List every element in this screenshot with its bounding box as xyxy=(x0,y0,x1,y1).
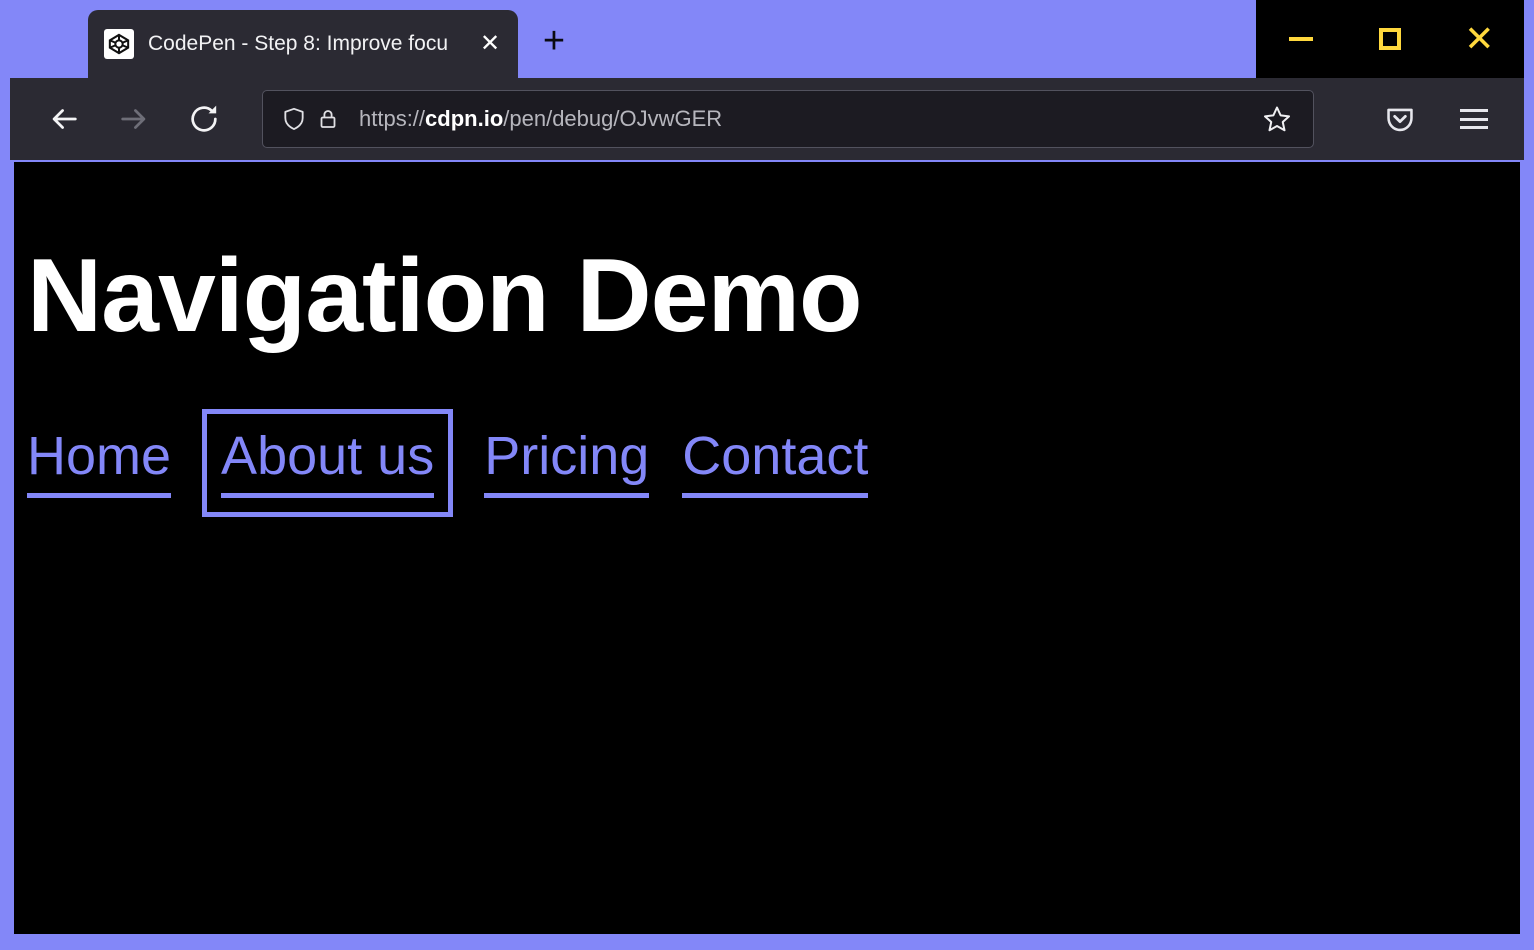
browser-window: CodePen - Step 8: Improve focu ✕ + ✕ xyxy=(0,0,1534,950)
pocket-icon[interactable] xyxy=(1372,91,1428,147)
star-icon[interactable] xyxy=(1259,101,1295,137)
minimize-icon[interactable] xyxy=(1270,11,1332,67)
window-controls: ✕ xyxy=(1256,0,1524,78)
close-icon-glyph: ✕ xyxy=(1464,21,1494,57)
url-bar[interactable]: https://cdpn.io/pen/debug/OJvwGER xyxy=(262,90,1314,148)
nav-link-pricing[interactable]: Pricing xyxy=(484,428,649,498)
hamburger-menu-glyph xyxy=(1460,109,1488,129)
navigation-toolbar: https://cdpn.io/pen/debug/OJvwGER xyxy=(10,78,1524,160)
browser-tab-title: CodePen - Step 8: Improve focu xyxy=(148,32,508,56)
maximize-icon[interactable] xyxy=(1359,11,1421,67)
page-viewport: Navigation Demo Home About us Pricing Co… xyxy=(14,162,1520,934)
back-arrow-icon[interactable] xyxy=(36,91,92,147)
tab-strip-left-padding xyxy=(0,0,88,78)
close-icon[interactable]: ✕ xyxy=(1448,11,1510,67)
padlock-icon[interactable] xyxy=(311,102,345,136)
nav-link-home[interactable]: Home xyxy=(27,428,171,498)
nav-link-contact[interactable]: Contact xyxy=(682,428,868,498)
new-tab-button[interactable]: + xyxy=(518,10,590,78)
page-title: Navigation Demo xyxy=(27,244,861,348)
shield-icon[interactable] xyxy=(277,102,311,136)
url-text[interactable]: https://cdpn.io/pen/debug/OJvwGER xyxy=(359,106,1259,132)
hamburger-menu-icon[interactable] xyxy=(1446,91,1502,147)
browser-tab-active[interactable]: CodePen - Step 8: Improve focu ✕ xyxy=(88,10,518,78)
codepen-logo-icon xyxy=(104,29,134,59)
reload-icon[interactable] xyxy=(176,91,232,147)
nav-link-about-us[interactable]: About us xyxy=(221,428,434,498)
forward-arrow-icon[interactable] xyxy=(106,91,162,147)
tab-close-icon[interactable]: ✕ xyxy=(476,30,504,58)
site-navigation: Home About us Pricing Contact xyxy=(27,428,868,498)
